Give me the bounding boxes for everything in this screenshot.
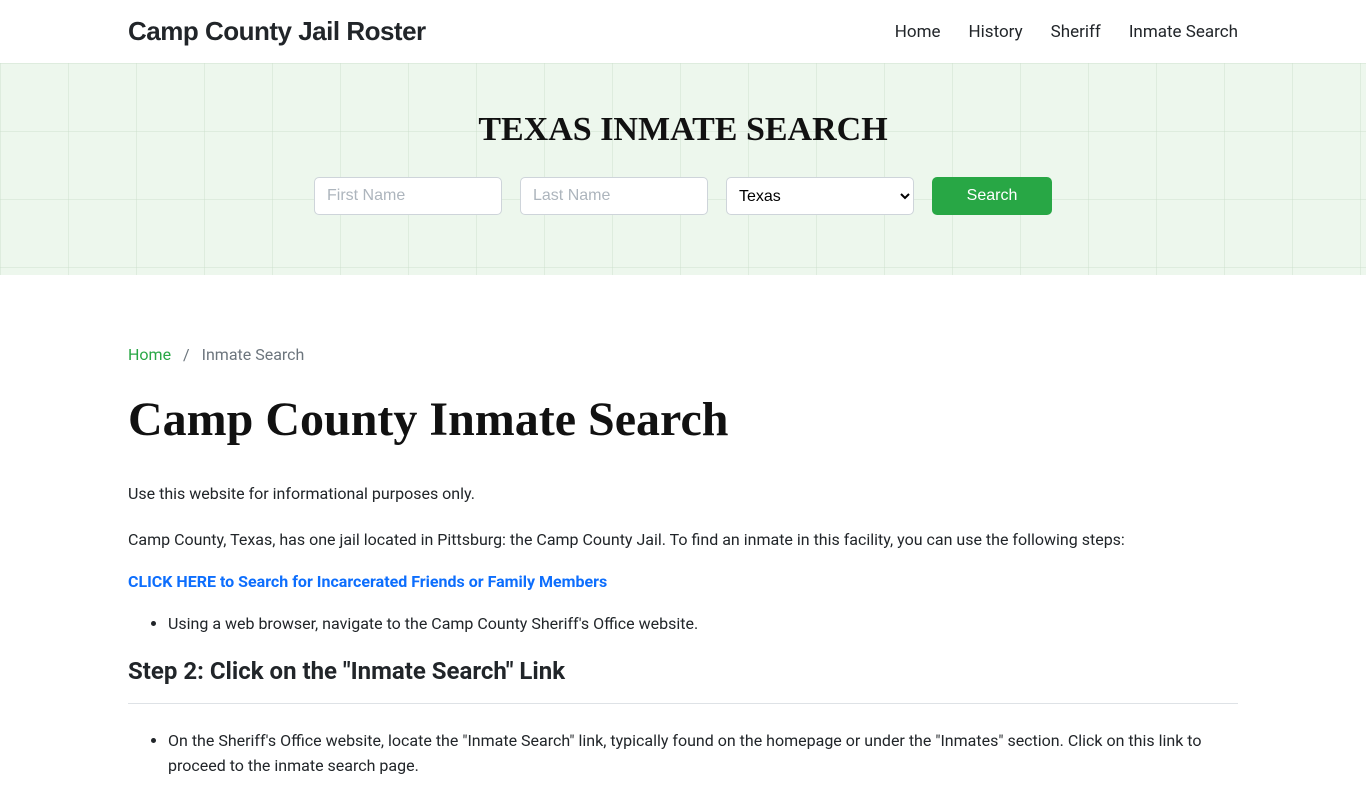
last-name-input[interactable] — [520, 177, 708, 215]
nav-inmate-search[interactable]: Inmate Search — [1129, 22, 1238, 42]
first-name-input[interactable] — [314, 177, 502, 215]
cta-search-link[interactable]: CLICK HERE to Search for Incarcerated Fr… — [128, 572, 607, 591]
nav-home[interactable]: Home — [895, 22, 941, 42]
main-nav: Home History Sheriff Inmate Search — [895, 22, 1238, 42]
hero-title: TEXAS INMATE SEARCH — [0, 111, 1366, 149]
main-content: Home / Inmate Search Camp County Inmate … — [128, 275, 1238, 779]
site-header: Camp County Jail Roster Home History She… — [0, 0, 1366, 63]
step-1-list: Using a web browser, navigate to the Cam… — [128, 611, 1238, 637]
site-title[interactable]: Camp County Jail Roster — [128, 16, 426, 47]
step-2-list: On the Sheriff's Office website, locate … — [128, 728, 1238, 779]
intro-paragraph-1: Use this website for informational purpo… — [128, 481, 1238, 507]
page-title: Camp County Inmate Search — [128, 392, 1238, 447]
breadcrumb: Home / Inmate Search — [128, 345, 1238, 364]
breadcrumb-home[interactable]: Home — [128, 345, 171, 364]
divider — [128, 703, 1238, 704]
breadcrumb-separator: / — [183, 345, 190, 364]
intro-paragraph-2: Camp County, Texas, has one jail located… — [128, 527, 1238, 553]
step-1-bullet: Using a web browser, navigate to the Cam… — [168, 611, 1238, 637]
step-2-bullet: On the Sheriff's Office website, locate … — [168, 728, 1238, 779]
hero-search-panel: TEXAS INMATE SEARCH Texas Search — [0, 63, 1366, 275]
breadcrumb-current: Inmate Search — [202, 345, 305, 364]
nav-sheriff[interactable]: Sheriff — [1051, 22, 1101, 42]
search-button[interactable]: Search — [932, 177, 1052, 215]
state-select[interactable]: Texas — [726, 177, 914, 215]
inmate-search-form: Texas Search — [0, 177, 1366, 215]
step-2-heading: Step 2: Click on the "Inmate Search" Lin… — [128, 657, 1238, 685]
nav-history[interactable]: History — [969, 22, 1023, 42]
